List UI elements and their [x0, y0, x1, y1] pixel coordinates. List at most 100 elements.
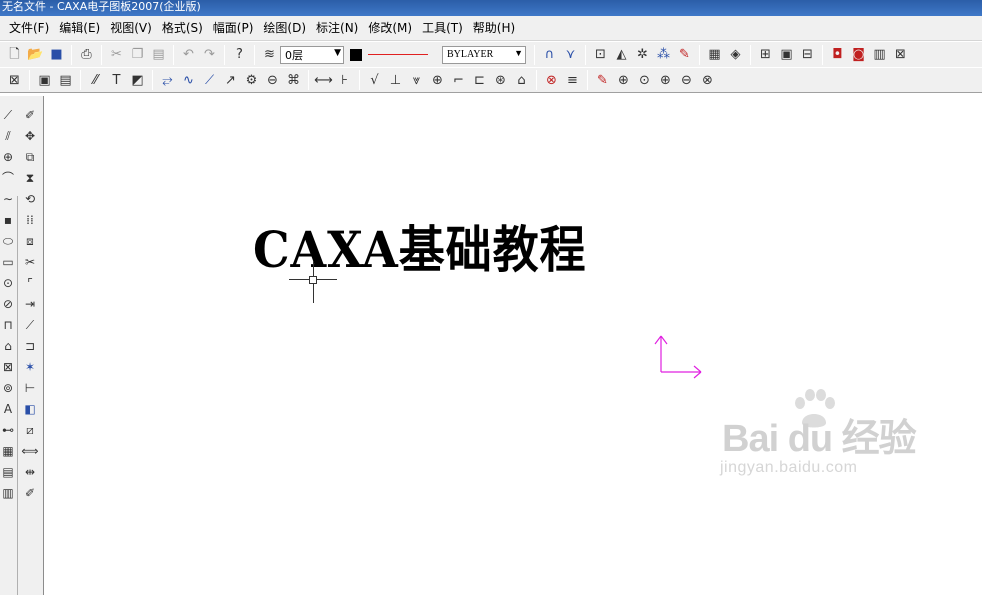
bom-icon[interactable]: ⊟ — [797, 45, 818, 65]
extend-icon[interactable]: ⇥ — [20, 293, 40, 314]
menu-sheet[interactable]: 幅面(P) — [208, 16, 259, 41]
menu-tools[interactable]: 工具(T) — [417, 16, 468, 41]
menu-modify[interactable]: 修改(M) — [363, 16, 417, 41]
circle-icon[interactable]: ⊕ — [0, 146, 16, 167]
measure-icon[interactable]: ≡ — [562, 70, 583, 90]
zoom-out-icon[interactable]: ⊖ — [676, 70, 697, 90]
centerline-icon[interactable]: ⊘ — [0, 293, 16, 314]
zoom-all-icon[interactable]: ⊗ — [697, 70, 718, 90]
osnap-icon[interactable]: ⋎ — [560, 45, 581, 65]
copy-tool-icon[interactable]: ⧉ — [20, 146, 40, 167]
polyline-icon[interactable]: ⊚ — [0, 377, 16, 398]
match-icon[interactable]: ⧄ — [20, 419, 40, 440]
construction-icon[interactable]: ⊷ — [0, 419, 16, 440]
drawing-text[interactable]: CAXA基础教程 — [253, 210, 586, 282]
hatch-tool-icon[interactable]: ⌂ — [0, 335, 16, 356]
drawing-canvas[interactable]: CAXA基础教程 — [45, 96, 982, 595]
fill-icon[interactable]: ⊠ — [0, 356, 16, 377]
cut-icon[interactable]: ✂ — [106, 45, 127, 65]
insert-icon[interactable]: ▥ — [0, 482, 16, 503]
zigzag-line-icon[interactable]: ⟋ — [199, 70, 220, 90]
table-tool-icon[interactable]: ▦ — [0, 440, 16, 461]
hole-icon[interactable]: ⊖ — [262, 70, 283, 90]
redo-icon[interactable]: ↷ — [199, 45, 220, 65]
move-icon[interactable]: ✥ — [20, 125, 40, 146]
brush-icon[interactable]: ✐ — [20, 482, 40, 503]
text-style-icon[interactable]: ▤ — [55, 70, 76, 90]
spring-icon[interactable]: ⌘ — [283, 70, 304, 90]
print-icon[interactable]: ⎙ — [76, 45, 97, 65]
query-icon[interactable]: ⊗ — [541, 70, 562, 90]
point-icon[interactable]: ▪ — [0, 209, 16, 230]
zoom-realtime-icon[interactable]: ⊕ — [613, 70, 634, 90]
open-folder-icon[interactable]: 📂 — [25, 45, 46, 65]
rectangle-icon[interactable]: ▭ — [0, 251, 16, 272]
titleblock-icon[interactable]: ▣ — [776, 45, 797, 65]
array-icon[interactable]: ⁞⁞ — [20, 209, 40, 230]
tolerance-icon[interactable]: ⊕ — [427, 70, 448, 90]
spline-icon[interactable]: ∼ — [0, 188, 16, 209]
help-icon[interactable]: ? — [229, 45, 250, 65]
menu-file[interactable]: 文件(F) — [4, 16, 54, 41]
label-icon[interactable]: ⌂ — [511, 70, 532, 90]
chamfer-icon[interactable]: ⟺ — [20, 440, 40, 461]
polygon-icon[interactable]: ⊙ — [0, 272, 16, 293]
arrow-icon[interactable]: ↗ — [220, 70, 241, 90]
break-icon[interactable]: ⟋ — [20, 314, 40, 335]
cube-icon[interactable]: ◈ — [725, 45, 746, 65]
dim-edit-icon[interactable]: ⇹ — [20, 461, 40, 482]
settings-icon[interactable]: ✲ — [632, 45, 653, 65]
new-file-icon[interactable]: 🗋 — [4, 45, 25, 65]
multiline-icon[interactable]: ▤ — [0, 461, 16, 482]
gear-icon[interactable]: ⚙ — [241, 70, 262, 90]
roughness-icon[interactable]: √ — [364, 70, 385, 90]
text-tool-icon[interactable]: A — [0, 398, 16, 419]
undo-icon[interactable]: ↶ — [178, 45, 199, 65]
menu-format[interactable]: 格式(S) — [157, 16, 208, 41]
zoom-window-icon[interactable]: ⊙ — [634, 70, 655, 90]
sheet2-icon[interactable]: ◙ — [848, 45, 869, 65]
picture-icon[interactable]: ◩ — [127, 70, 148, 90]
paste-icon[interactable]: ▤ — [148, 45, 169, 65]
block-edit-icon[interactable]: ◧ — [20, 398, 40, 419]
stretch-icon[interactable]: ⊐ — [20, 335, 40, 356]
erase-icon[interactable]: ✐ — [20, 104, 40, 125]
color-swatch[interactable] — [350, 48, 362, 61]
menu-edit[interactable]: 编辑(E) — [54, 16, 105, 41]
explode-icon[interactable]: ✶ — [20, 356, 40, 377]
table-icon[interactable]: ▥ — [869, 45, 890, 65]
wave-line-icon[interactable]: ∿ — [178, 70, 199, 90]
rotate-icon[interactable]: ⟲ — [20, 188, 40, 209]
ellipse-icon[interactable]: ⬭ — [0, 230, 16, 251]
dimension-icon[interactable]: ⟷ — [313, 70, 334, 90]
detail-icon[interactable]: ⊛ — [490, 70, 511, 90]
snap-icon[interactable]: ∩ — [539, 45, 560, 65]
layer-manager-icon[interactable]: ≋ — [259, 45, 280, 65]
arc-icon[interactable]: ⌒ — [0, 167, 16, 188]
sheet-icon[interactable]: ◘ — [827, 45, 848, 65]
datum-icon[interactable]: ⊥ — [385, 70, 406, 90]
properties-icon[interactable]: ▣ — [34, 70, 55, 90]
linetype-select[interactable] — [368, 46, 438, 64]
menu-view[interactable]: 视图(V) — [105, 16, 157, 41]
view-icon[interactable]: ⊠ — [890, 45, 911, 65]
image-icon[interactable]: ◭ — [611, 45, 632, 65]
grid-icon[interactable]: ⁂ — [653, 45, 674, 65]
frame-icon[interactable]: ⊞ — [755, 45, 776, 65]
layer-select[interactable]: 0层 ▼ — [280, 45, 344, 64]
pen-icon[interactable]: ✎ — [674, 45, 695, 65]
coordinate-dim-icon[interactable]: ⊦ — [334, 70, 355, 90]
scale-icon[interactable]: ⧈ — [20, 230, 40, 251]
center-line-icon[interactable]: ⥂ — [157, 70, 178, 90]
menu-dimension[interactable]: 标注(N) — [311, 16, 363, 41]
library-icon[interactable]: ▦ — [704, 45, 725, 65]
parallel-line-icon[interactable]: ⫽ — [0, 125, 16, 146]
fillet-icon[interactable]: ⌜ — [20, 272, 40, 293]
text-icon[interactable]: T — [106, 70, 127, 90]
menu-draw[interactable]: 绘图(D) — [258, 16, 311, 41]
pan-icon[interactable]: ✎ — [592, 70, 613, 90]
mirror-icon[interactable]: ⧗ — [20, 167, 40, 188]
save-icon[interactable]: ■ — [46, 45, 67, 65]
trim-icon[interactable]: ✂ — [20, 251, 40, 272]
zoom-in-icon[interactable]: ⊕ — [655, 70, 676, 90]
